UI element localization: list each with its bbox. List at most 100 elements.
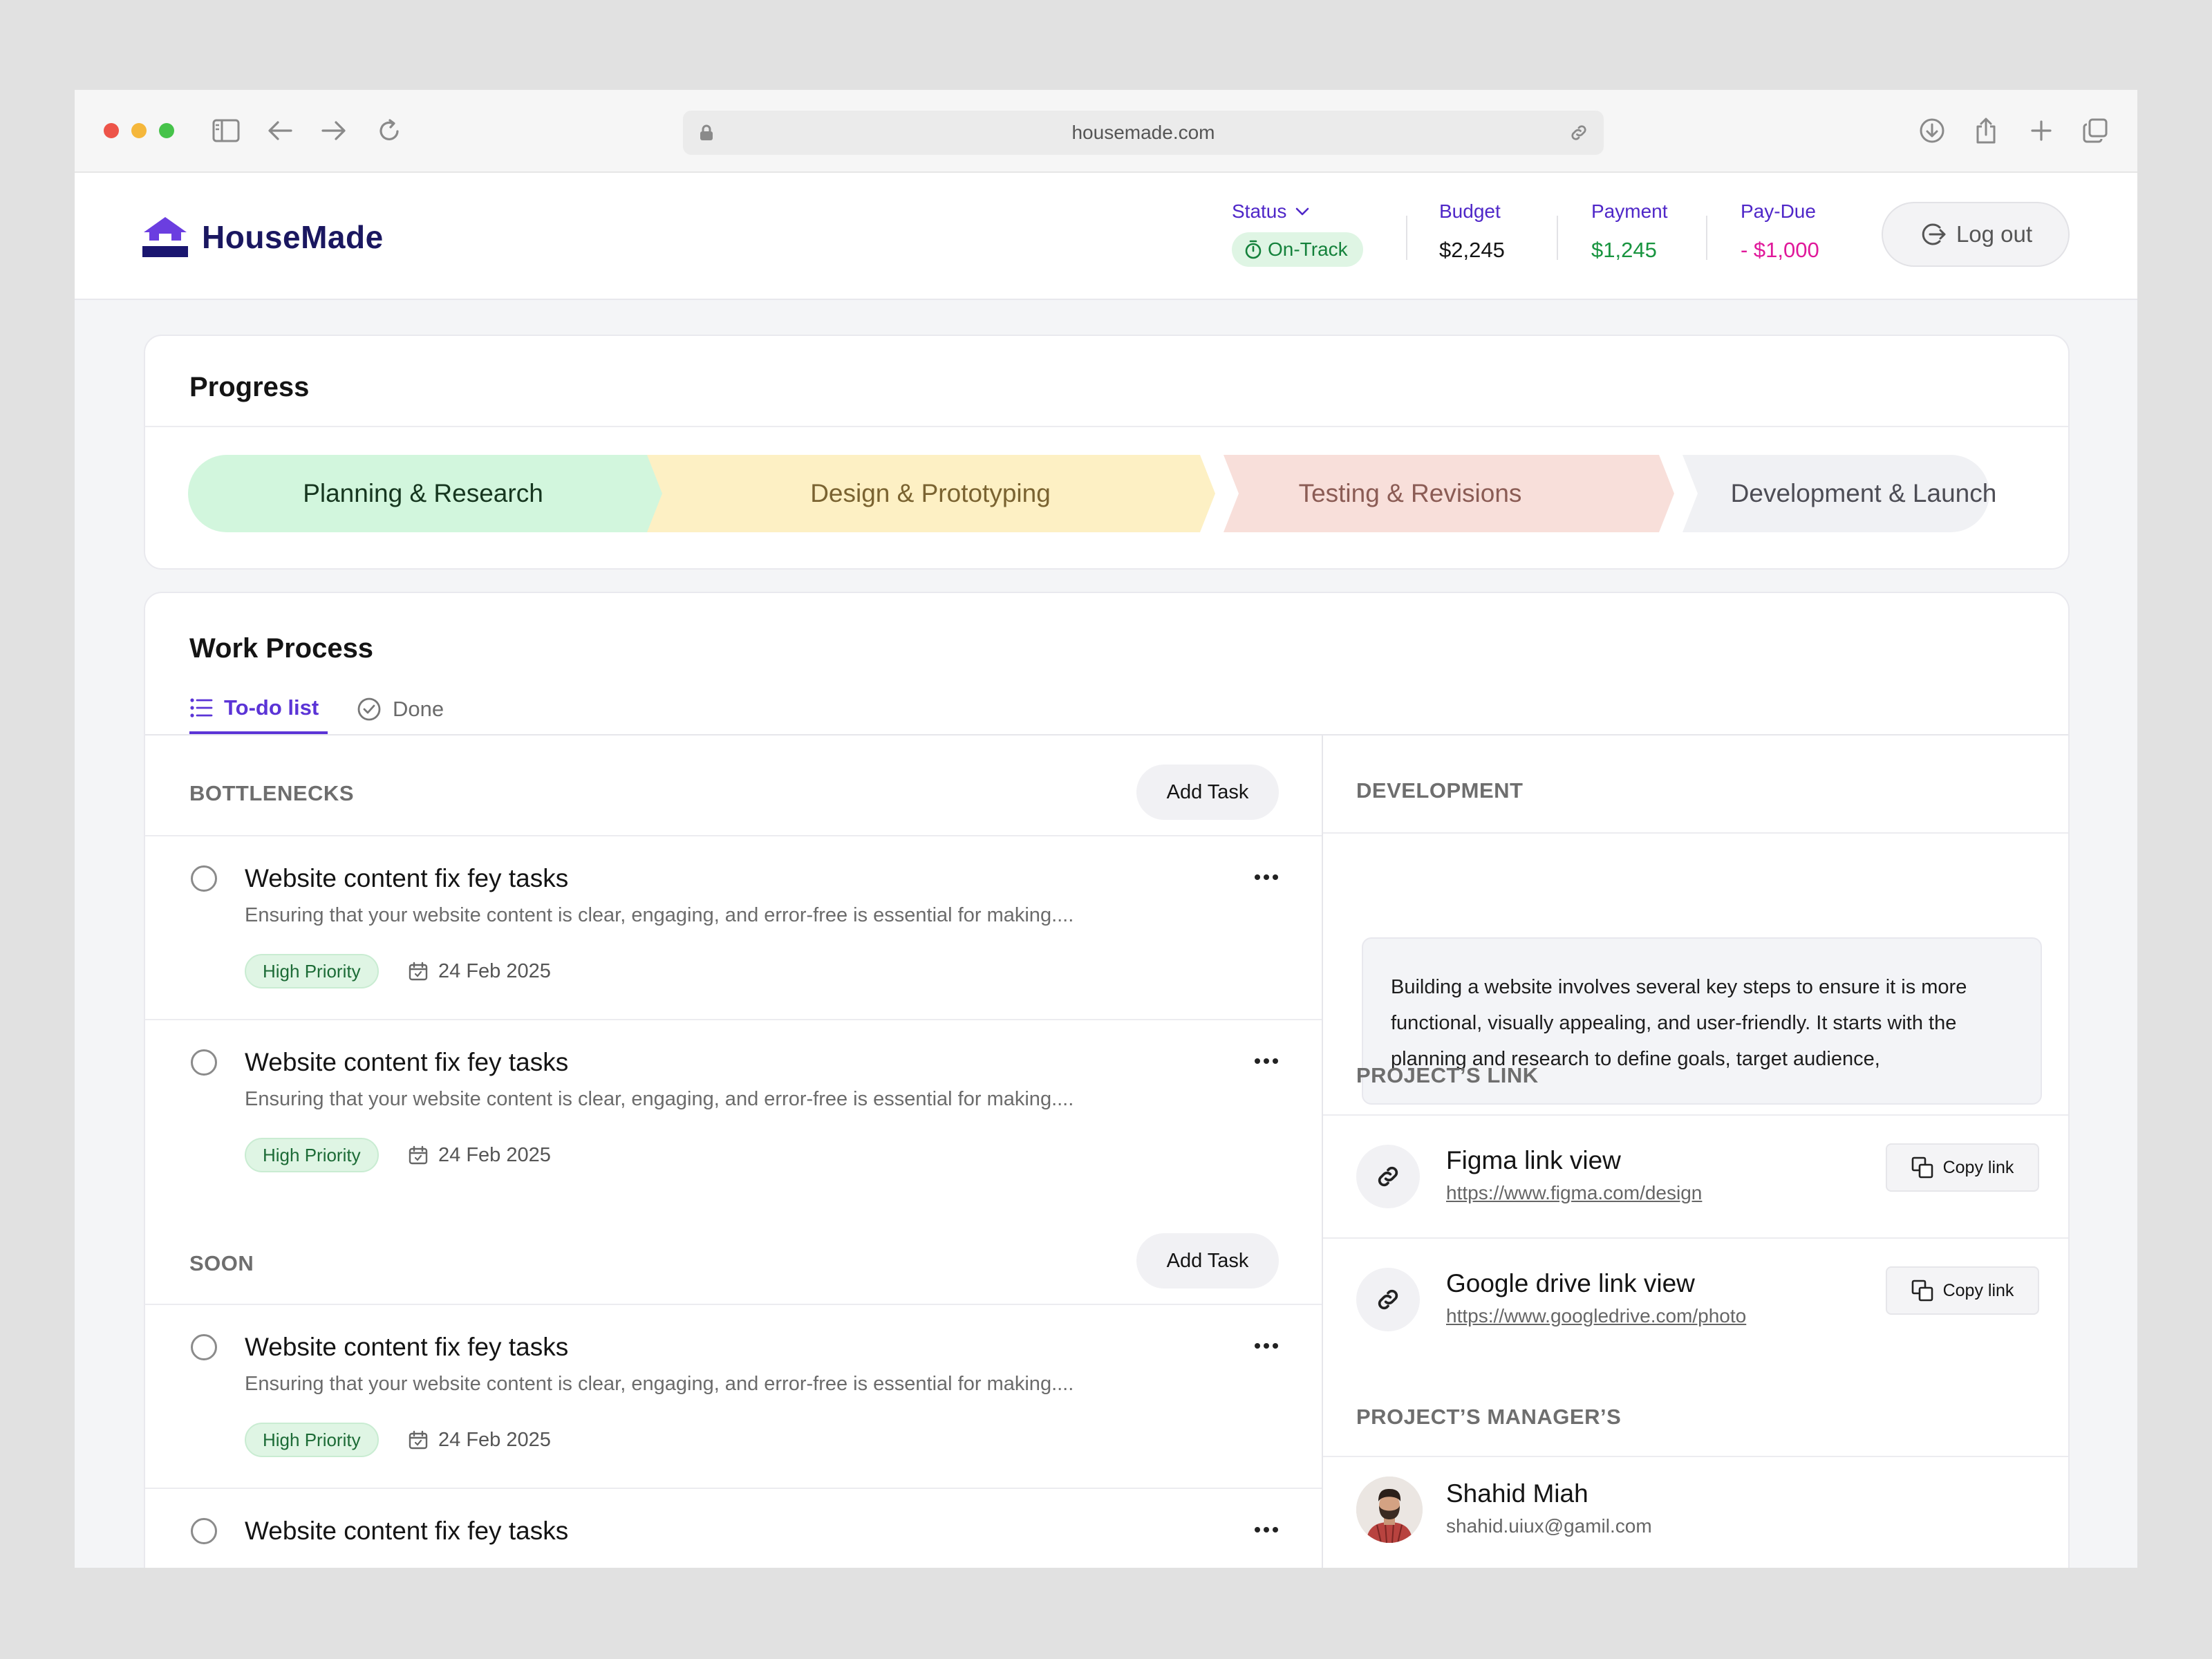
task-description: Ensuring that your website content is cl… <box>245 904 1074 926</box>
task-item[interactable]: Website content fix fey tasks Ensuring t… <box>145 1020 1322 1203</box>
more-options-icon[interactable] <box>1248 1519 1284 1540</box>
task-checkbox[interactable] <box>191 865 217 892</box>
link-icon <box>1356 1145 1420 1208</box>
work-process-card: Work Process To-do list Done BOTTLENECKS… <box>144 592 2070 1568</box>
task-checkbox[interactable] <box>191 1049 217 1076</box>
tab-done[interactable]: Done <box>357 684 444 734</box>
manager-row[interactable]: Shahid Miah shahid.uiux@gamil.com <box>1323 1468 2068 1551</box>
calendar-icon <box>409 1145 428 1165</box>
check-circle-icon <box>357 697 381 721</box>
manager-name: Shahid Miah <box>1446 1479 1588 1508</box>
copy-icon <box>1911 1156 1933 1179</box>
task-title: Website content fix fey tasks <box>245 1333 569 1361</box>
status-badge: On-Track <box>1232 232 1363 267</box>
back-arrow-icon[interactable] <box>264 115 296 147</box>
maximize-window-button[interactable] <box>159 123 174 138</box>
google-drive-link-row: Google drive link view https://www.googl… <box>1323 1239 2068 1360</box>
house-logo-icon <box>142 217 188 257</box>
task-date-text: 24 Feb 2025 <box>438 959 551 982</box>
logout-button[interactable]: Log out <box>1882 202 2070 267</box>
manager-email: shahid.uiux@gamil.com <box>1446 1515 1652 1537</box>
task-checkbox[interactable] <box>191 1334 217 1360</box>
close-window-button[interactable] <box>104 123 119 138</box>
figma-link-row: Figma link view https://www.figma.com/de… <box>1323 1116 2068 1237</box>
forward-arrow-icon[interactable] <box>318 115 350 147</box>
work-process-title: Work Process <box>189 633 374 664</box>
tab-overview-icon[interactable] <box>2079 115 2111 147</box>
copy-link-button[interactable]: Copy link <box>1886 1266 2039 1315</box>
stage-label: Planning & Research <box>303 479 543 507</box>
priority-badge: High Priority <box>245 1138 379 1172</box>
header-divider <box>1706 216 1707 260</box>
add-task-button[interactable]: Add Task <box>1136 1233 1279 1288</box>
tabs-divider <box>145 734 2068 735</box>
task-date-text: 24 Feb 2025 <box>438 1428 551 1451</box>
more-options-icon[interactable] <box>1248 1051 1284 1071</box>
copy-link-label: Copy link <box>1942 1280 2014 1300</box>
progress-stages: Planning & Research Design & Prototyping… <box>188 455 1996 532</box>
link-title: Google drive link view <box>1446 1269 1695 1297</box>
section-heading-bottlenecks: BOTTLENECKS <box>189 781 354 805</box>
logout-icon <box>1922 223 1946 245</box>
link-title: Figma link view <box>1446 1146 1621 1174</box>
browser-window: housemade.com HouseMade Status On-Track … <box>75 90 2137 1568</box>
task-checkbox[interactable] <box>191 1518 217 1544</box>
budget-value: $2,245 <box>1439 238 1505 262</box>
tab-label: To-do list <box>224 695 319 720</box>
task-description: Ensuring that your website content is cl… <box>245 1373 1074 1395</box>
stage-label: Development & Launch <box>1731 479 1997 507</box>
share-link-icon[interactable] <box>1566 120 1591 145</box>
share-icon[interactable] <box>1970 115 2002 147</box>
task-title: Website content fix fey tasks <box>245 1517 569 1545</box>
stage-label: Testing & Revisions <box>1299 479 1522 507</box>
budget-stat: Budget $2,245 <box>1439 200 1505 263</box>
stage-development-launch[interactable]: Development & Launch <box>1683 455 1996 532</box>
stage-design-prototyping[interactable]: Design & Prototyping <box>647 455 1215 532</box>
new-tab-icon[interactable] <box>2025 115 2057 147</box>
minimize-window-button[interactable] <box>131 123 147 138</box>
payment-value: $1,245 <box>1591 238 1657 262</box>
link-url[interactable]: https://www.googledrive.com/photo <box>1446 1305 1746 1327</box>
add-task-button[interactable]: Add Task <box>1136 765 1279 820</box>
address-bar[interactable]: housemade.com <box>683 111 1604 155</box>
brand-logo[interactable]: HouseMade <box>141 216 384 259</box>
avatar <box>1356 1477 1423 1543</box>
link-url[interactable]: https://www.figma.com/design <box>1446 1182 1702 1204</box>
task-date: 24 Feb 2025 <box>408 954 551 988</box>
timer-icon <box>1245 240 1262 259</box>
link-icon <box>1356 1268 1420 1331</box>
development-heading: DEVELOPMENT <box>1356 778 1524 803</box>
status-value: On-Track <box>1268 238 1348 260</box>
task-item[interactable]: Website content fix fey tasks Ensuring t… <box>145 836 1322 1019</box>
project-links-heading: PROJECT’S LINK <box>1356 1063 1539 1087</box>
payment-label: Payment <box>1591 200 1668 222</box>
divider <box>1323 832 2068 834</box>
status-dropdown[interactable]: Status <box>1232 200 1363 223</box>
reload-icon[interactable] <box>373 115 405 147</box>
stage-label: Design & Prototyping <box>810 479 1051 507</box>
paydue-stat: Pay-Due - $1,000 <box>1741 200 1819 263</box>
more-options-icon[interactable] <box>1248 1335 1284 1356</box>
sidebar-toggle-icon[interactable] <box>210 115 242 147</box>
task-date: 24 Feb 2025 <box>408 1138 551 1172</box>
chevron-down-icon <box>1296 207 1309 216</box>
app-header: HouseMade Status On-Track Budget $2,245 … <box>75 173 2137 300</box>
task-item[interactable]: Website content fix fey tasks <box>145 1489 1322 1568</box>
header-divider <box>1406 216 1407 260</box>
paydue-label: Pay-Due <box>1741 200 1816 222</box>
tab-todo-list[interactable]: To-do list <box>189 684 328 734</box>
task-title: Website content fix fey tasks <box>245 1048 569 1076</box>
more-options-icon[interactable] <box>1248 867 1284 888</box>
task-item[interactable]: Website content fix fey tasks Ensuring t… <box>145 1305 1322 1488</box>
header-divider <box>1557 216 1558 260</box>
copy-link-button[interactable]: Copy link <box>1886 1143 2039 1192</box>
logout-label: Log out <box>1956 221 2033 247</box>
url-text: housemade.com <box>1071 122 1215 143</box>
download-icon[interactable] <box>1916 115 1948 147</box>
stage-testing-revisions[interactable]: Testing & Revisions <box>1224 455 1674 532</box>
copy-link-label: Copy link <box>1942 1157 2014 1177</box>
task-title: Website content fix fey tasks <box>245 864 569 892</box>
tab-label: Done <box>393 697 444 721</box>
task-date: 24 Feb 2025 <box>408 1423 551 1457</box>
list-icon <box>190 698 213 718</box>
